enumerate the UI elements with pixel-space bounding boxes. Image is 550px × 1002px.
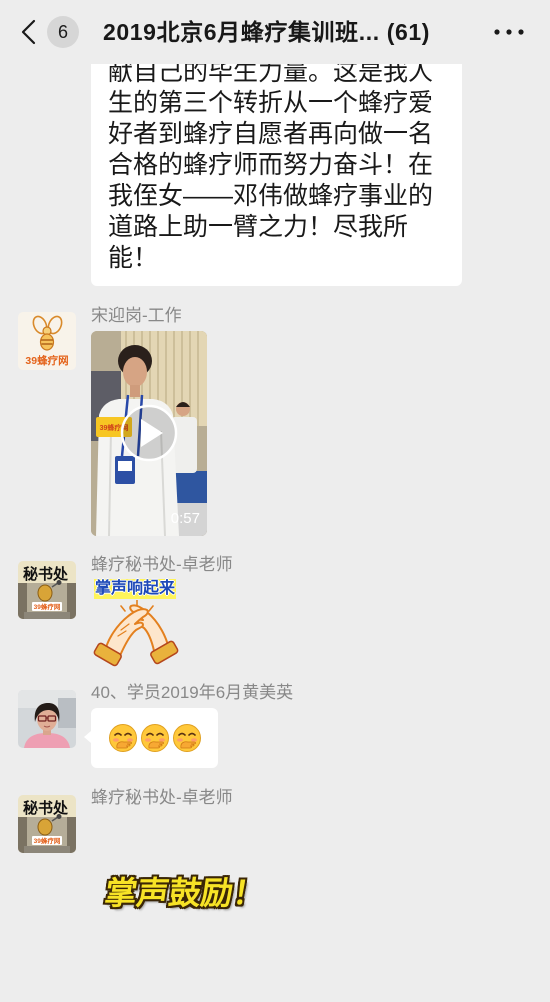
avatar[interactable]: [18, 690, 76, 748]
text-message-bubble[interactable]: 献自己的毕生力量。这是我人 生的第三个转折从一个蜂疗爱 好者到蜂疗自愿者再向做一…: [91, 45, 462, 286]
sender-name: 蜂疗秘书处-卓老师: [91, 555, 233, 574]
sticker-caption: 掌声响起来: [94, 579, 177, 599]
chevron-left-icon: [20, 19, 38, 45]
message-text-line: 道路上助一臂之力！尽我所: [108, 213, 409, 241]
avatar-text: 秘书处: [23, 799, 69, 817]
message-text-line: 能！: [108, 244, 159, 272]
video-thumbnail-image: 39蜂疗网: [91, 331, 207, 536]
message-text-line: 好者到蜂疗自愿者再向做一名: [108, 120, 434, 148]
sticker-caption: 掌声鼓励！: [102, 875, 268, 911]
avatar-logo-text: 39蜂疗网: [34, 836, 61, 845]
more-button[interactable]: [491, 20, 529, 44]
avatar-text: 秘书处: [23, 565, 69, 583]
emoji-message-bubble[interactable]: [84, 708, 218, 768]
message-text-line: 我侄女——邓伟做蜂疗事业的: [108, 182, 434, 210]
chat-title: 2019北京6月蜂疗集训班... (61): [103, 19, 431, 45]
avatar[interactable]: 秘书处 39蜂疗网: [18, 795, 76, 853]
more-dots-icon: [494, 29, 524, 35]
chat-screen: 6 2019北京6月蜂疗集训班... (61) 献自己的毕生力量。这是我人 生的…: [0, 0, 550, 1002]
user-photo-icon: [18, 690, 76, 748]
message-text-line: 合格的蜂疗师而努力奋斗！在: [108, 151, 434, 179]
back-button[interactable]: 6: [14, 10, 86, 54]
clapping-hands-icon: [93, 600, 179, 667]
chat-header: 6 2019北京6月蜂疗集训班... (61): [0, 0, 550, 64]
face-with-hand-over-mouth-icon: [140, 723, 170, 753]
message-list[interactable]: 献自己的毕生力量。这是我人 生的第三个转折从一个蜂疗爱 好者到蜂疗自愿者再向做一…: [0, 0, 550, 1002]
avatar-logo-text: 39蜂疗网: [34, 602, 61, 611]
avatar-logo-text: 39蜂疗网: [25, 354, 68, 367]
sender-name: 宋迎岗-工作: [91, 306, 182, 325]
sticker-message[interactable]: 掌声响起来: [91, 577, 181, 667]
unread-count-badge: 6: [47, 16, 79, 48]
sticker-message[interactable]: 掌声鼓励！: [91, 812, 281, 942]
face-with-hand-over-mouth-icon: [172, 723, 202, 753]
avatar[interactable]: 39蜂疗网: [18, 312, 76, 370]
avatar[interactable]: 秘书处 39蜂疗网: [18, 561, 76, 619]
sender-name: 40、学员2019年6月黄美英: [91, 683, 294, 702]
play-icon: [120, 404, 178, 462]
face-with-hand-over-mouth-icon: [108, 723, 138, 753]
video-message[interactable]: 39蜂疗网 0:57: [91, 331, 207, 536]
sender-name: 蜂疗秘书处-卓老师: [91, 788, 233, 807]
video-duration: 0:57: [170, 510, 200, 527]
message-text-line: 生的第三个转折从一个蜂疗爱: [108, 89, 434, 117]
